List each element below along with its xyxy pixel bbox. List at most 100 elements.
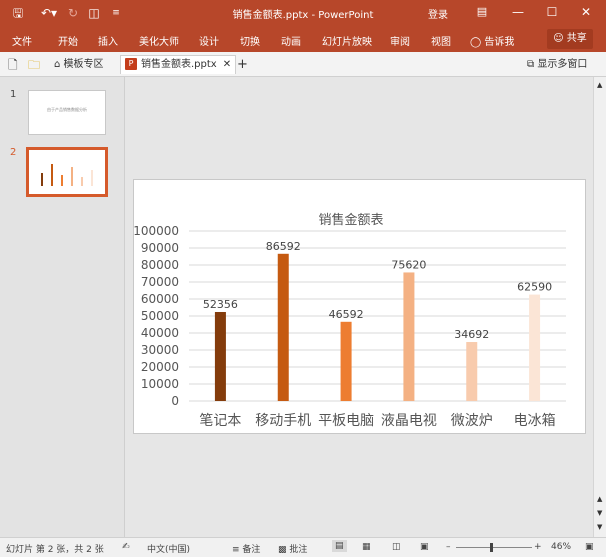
thumb-bar xyxy=(71,167,73,186)
menu-file[interactable]: 文件 xyxy=(12,33,32,48)
language-indicator[interactable]: 中文(中国) xyxy=(147,542,190,555)
bar[interactable] xyxy=(277,253,289,401)
y-tick-label: 20000 xyxy=(141,360,179,374)
thumbnail-1-title: 由于产品销售数据分析 xyxy=(47,107,87,112)
scroll-down-double-icon[interactable]: ▼ xyxy=(597,509,602,517)
person-icon: ☺ xyxy=(553,33,567,44)
tab-template-label: 模板专区 xyxy=(63,59,104,70)
data-label: 75620 xyxy=(391,258,426,271)
tell-me-label: 告诉我 xyxy=(484,37,515,48)
menu-review[interactable]: 审阅 xyxy=(390,33,410,48)
status-bar: 幻灯片 第 2 张，共 2 张 ✍ 中文(中国) ≡ 备注 ▩ 批注 ▤ ▦ ◫… xyxy=(0,537,606,557)
category-label: 液晶电视 xyxy=(381,413,437,429)
slide-thumbnail-2[interactable] xyxy=(26,147,108,197)
new-file-icon[interactable]: 🗋 xyxy=(8,56,18,74)
home-icon: ⌂ xyxy=(54,59,64,70)
fit-slide-icon[interactable]: ▣ xyxy=(585,542,594,552)
notes-icon: ≡ xyxy=(232,545,243,555)
bar[interactable] xyxy=(340,321,352,401)
thumb-bar xyxy=(61,175,63,186)
menu-transitions[interactable]: 切换 xyxy=(240,33,260,48)
category-label: 笔记本 xyxy=(199,413,241,429)
notes-button[interactable]: ≡ 备注 xyxy=(232,542,260,555)
slide-sorter-icon[interactable]: ▦ xyxy=(362,542,371,552)
scroll-down-icon[interactable]: ▼ xyxy=(597,523,602,531)
menu-animations[interactable]: 动画 xyxy=(281,33,301,48)
y-tick-label: 90000 xyxy=(141,241,179,255)
minimize-icon[interactable]: — xyxy=(508,3,528,21)
window-icon: ⧉ xyxy=(527,59,538,70)
data-label: 52356 xyxy=(203,298,238,311)
slide-count-text: 幻灯片 第 2 张，共 2 张 xyxy=(6,545,104,555)
y-tick-label: 50000 xyxy=(141,309,179,323)
slide-number-1: 1 xyxy=(10,89,17,100)
zoom-slider-thumb[interactable] xyxy=(490,543,493,552)
category-label: 微波炉 xyxy=(451,413,493,429)
lightbulb-icon: ◯ xyxy=(470,37,485,48)
notes-label: 备注 xyxy=(242,545,261,555)
y-tick-label: 10000 xyxy=(141,377,179,391)
scroll-up-double-icon[interactable]: ▲ xyxy=(597,495,602,503)
tab-template-zone[interactable]: ⌂ 模板专区 xyxy=(54,56,104,74)
bar[interactable] xyxy=(403,272,415,401)
reading-view-icon[interactable]: ◫ xyxy=(392,542,401,552)
bar-chart[interactable]: 销售金额表 0 10000 20000 30000 40000 50000 60000 700… xyxy=(133,180,585,433)
slide-thumbnails-panel: 1 由于产品销售数据分析 2 xyxy=(0,77,125,537)
y-tick-label: 100000 xyxy=(134,224,179,238)
comment-icon: ▩ xyxy=(278,545,290,555)
data-label: 86592 xyxy=(266,240,301,253)
comments-button[interactable]: ▩ 批注 xyxy=(278,542,307,555)
menu-design[interactable]: 设计 xyxy=(199,33,219,48)
normal-view-icon[interactable]: ▤ xyxy=(332,540,347,552)
data-label: 62590 xyxy=(517,281,552,294)
scroll-up-icon[interactable]: ▲ xyxy=(597,81,602,89)
title-bar: 🖫 ↶▾ ↻ ◫ ≡ 销售金额表.pptx - PowerPoint 登录 ▤ … xyxy=(0,0,606,26)
category-label: 平板电脑 xyxy=(318,413,374,429)
thumb-bar xyxy=(81,177,83,186)
tab-document-label: 销售金额表.pptx xyxy=(141,59,217,70)
current-slide[interactable]: 销售金额表 0 10000 20000 30000 40000 50000 60000 700… xyxy=(133,179,586,434)
menu-insert[interactable]: 插入 xyxy=(98,33,118,48)
share-button[interactable]: ☺ 共享 xyxy=(547,29,593,49)
menu-home[interactable]: 开始 xyxy=(58,33,78,48)
maximize-icon[interactable]: ☐ xyxy=(542,3,562,21)
data-label: 34692 xyxy=(454,328,489,341)
zoom-slider[interactable] xyxy=(456,547,532,548)
menu-slideshow[interactable]: 幻灯片放映 xyxy=(322,33,372,48)
menu-tell-me[interactable]: ◯ 告诉我 xyxy=(470,33,514,48)
slideshow-icon[interactable]: ▣ xyxy=(420,542,429,552)
slide-number-2: 2 xyxy=(10,147,17,158)
bar[interactable] xyxy=(214,311,226,401)
menu-beautify[interactable]: 美化大师 xyxy=(139,33,179,48)
multi-window-label: 显示多窗口 xyxy=(537,59,588,70)
y-tick-label: 40000 xyxy=(141,326,179,340)
share-label: 共享 xyxy=(566,33,587,44)
chart-title: 销售金额表 xyxy=(318,212,383,228)
thumb-bar xyxy=(91,170,93,186)
open-folder-icon[interactable]: 🗀 xyxy=(28,56,40,74)
new-tab-icon[interactable]: + xyxy=(237,56,248,74)
y-tick-label: 0 xyxy=(171,394,179,408)
y-tick-label: 70000 xyxy=(141,275,179,289)
spell-check-icon[interactable]: ✍ xyxy=(122,542,130,552)
powerpoint-file-icon: P xyxy=(125,58,137,70)
zoom-out-icon[interactable]: – xyxy=(446,542,451,552)
y-tick-label: 80000 xyxy=(141,258,179,272)
vertical-scrollbar[interactable]: ▲ ▲ ▼ ▼ xyxy=(593,77,606,537)
bar[interactable] xyxy=(529,294,541,401)
menu-view[interactable]: 视图 xyxy=(431,33,451,48)
comments-label: 批注 xyxy=(289,545,308,555)
tab-document[interactable]: P 销售金额表.pptx ✕ xyxy=(120,55,237,74)
multi-window-toggle[interactable]: ⧉ 显示多窗口 xyxy=(527,56,587,74)
zoom-in-icon[interactable]: + xyxy=(534,542,542,552)
data-label: 46592 xyxy=(329,308,364,321)
y-tick-label: 60000 xyxy=(141,292,179,306)
close-tab-icon[interactable]: ✕ xyxy=(223,59,231,70)
bar[interactable] xyxy=(466,342,478,401)
close-icon[interactable]: ✕ xyxy=(576,3,596,21)
slide-thumbnail-1[interactable]: 由于产品销售数据分析 xyxy=(28,90,106,135)
ribbon-menu: 文件 开始 插入 美化大师 设计 切换 动画 幻灯片放映 审阅 视图 ◯ 告诉我… xyxy=(0,26,606,52)
login-button[interactable]: 登录 xyxy=(428,6,448,21)
ribbon-display-icon[interactable]: ▤ xyxy=(472,3,492,21)
zoom-level[interactable]: 46% xyxy=(551,542,571,552)
